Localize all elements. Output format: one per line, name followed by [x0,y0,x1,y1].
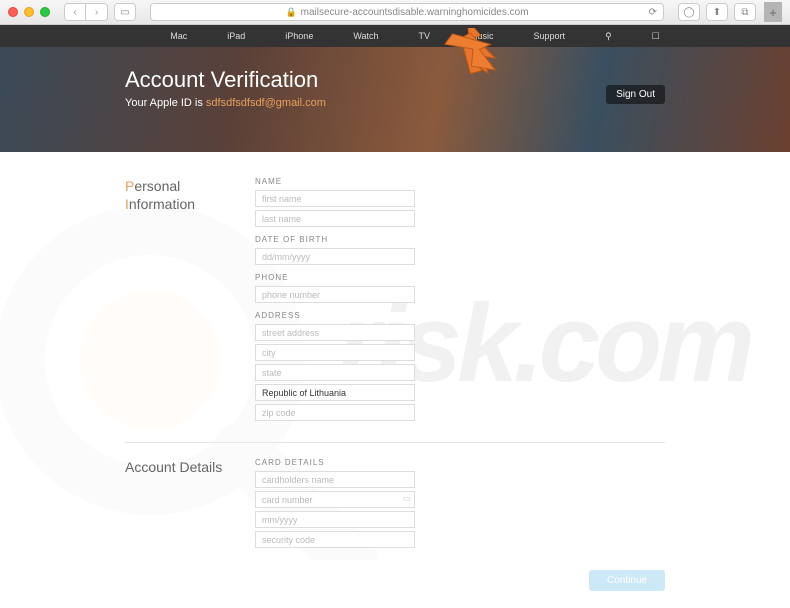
account-details-section: Account Details CARD DETAILS ▭ [125,458,665,551]
apple-id-email: sdfsdfsdfsdf@gmail.com [206,97,326,109]
phone-input[interactable] [255,286,415,303]
city-input[interactable] [255,344,415,361]
bag-icon[interactable]: ☐ [652,31,660,42]
nav-tv[interactable]: TV [419,31,431,41]
browser-toolbar: ‹ › ▭ 🔒 mailsecure-accountsdisable.warni… [0,0,790,25]
nav-ipad[interactable]: iPad [227,31,245,41]
forward-button[interactable]: › [86,3,108,21]
card-number-input[interactable] [255,491,415,508]
nav-watch[interactable]: Watch [353,31,378,41]
url-text: mailsecure-accountsdisable.warninghomici… [301,7,529,18]
zip-input[interactable] [255,404,415,421]
state-input[interactable] [255,364,415,381]
nav-mac[interactable]: Mac [170,31,187,41]
refresh-icon[interactable]: ⟳ [649,7,657,18]
first-name-input[interactable] [255,190,415,207]
page-title: Account Verification [125,67,790,93]
card-fields: CARD DETAILS ▭ [255,458,585,551]
expiry-input[interactable] [255,511,415,528]
hero-banner: Account Verification Your Apple ID is sd… [0,47,790,152]
minimize-button[interactable] [24,7,34,17]
share-button[interactable]: ⬆ [706,3,728,21]
phone-label: PHONE [255,273,585,282]
maximize-button[interactable] [40,7,50,17]
cardholder-input[interactable] [255,471,415,488]
personal-info-section: Personal Information NAME DATE OF BIRTH … [125,177,665,424]
reader-button[interactable]: ◯ [678,3,700,21]
last-name-input[interactable] [255,210,415,227]
personal-fields: NAME DATE OF BIRTH PHONE ADDRESS [255,177,585,424]
lock-icon: 🔒 [285,7,296,18]
nav-music[interactable]: Music [470,31,494,41]
nav-buttons: ‹ › [64,3,108,21]
country-input[interactable] [255,384,415,401]
continue-button[interactable]: Continue [589,570,665,591]
sign-out-button[interactable]: Sign Out [606,85,665,104]
close-button[interactable] [8,7,18,17]
cvv-input[interactable] [255,531,415,548]
window-controls [8,7,50,17]
nav-support[interactable]: Support [534,31,566,41]
card-label: CARD DETAILS [255,458,585,467]
name-label: NAME [255,177,585,186]
account-details-label: Account Details [125,458,225,551]
card-icon: ▭ [402,493,411,504]
dob-label: DATE OF BIRTH [255,235,585,244]
back-button[interactable]: ‹ [64,3,86,21]
address-label: ADDRESS [255,311,585,320]
search-icon[interactable]: ⚲ [605,31,612,42]
new-tab-button[interactable]: + [764,2,782,22]
nav-iphone[interactable]: iPhone [285,31,313,41]
apple-nav: Mac iPad iPhone Watch TV Music Support ⚲… [0,25,790,47]
street-input[interactable] [255,324,415,341]
address-bar[interactable]: 🔒 mailsecure-accountsdisable.warninghomi… [150,3,664,21]
tabs-button[interactable]: ⧉ [734,3,756,21]
form-area: Personal Information NAME DATE OF BIRTH … [0,152,790,591]
sidebar-button[interactable]: ▭ [114,3,136,21]
personal-info-label: Personal Information [125,177,225,424]
section-divider [125,442,665,443]
dob-input[interactable] [255,248,415,265]
apple-id-text: Your Apple ID is sdfsdfsdfsdf@gmail.com [125,97,790,109]
